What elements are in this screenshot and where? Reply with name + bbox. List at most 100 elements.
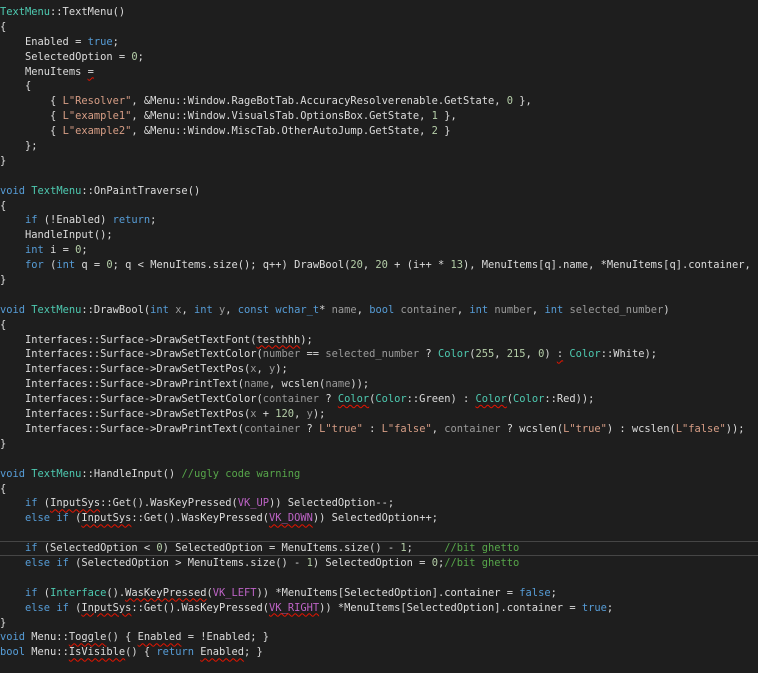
code-token: , [294,408,307,421]
code-line[interactable]: Interfaces::Surface->DrawPrintText(conta… [0,422,758,437]
code-line[interactable]: void Menu::Toggle() { Enabled = !Enabled… [0,630,758,645]
code-token: true [581,601,607,614]
code-token: InputSys [50,497,101,510]
code-token: Color [513,393,545,406]
code-line[interactable] [0,571,758,586]
code-token: Enabled [200,646,245,659]
code-token: , [356,303,370,316]
code-token: ? [319,393,338,406]
code-line[interactable]: else if (SelectedOption > MenuItems.size… [0,556,758,571]
code-line[interactable]: bool Menu::IsVisible() { return Enabled;… [0,645,758,660]
code-token: ; [137,50,144,63]
code-token: Enabled = [0,35,88,48]
code-line[interactable]: } [0,273,758,288]
code-line[interactable]: } [0,616,758,631]
code-token: void [0,184,26,197]
code-token: Color [337,393,370,406]
code-line[interactable]: void TextMenu::HandleInput() //ugly code… [0,467,758,482]
code-line[interactable]: { [0,482,758,497]
code-line[interactable] [0,526,758,541]
code-line[interactable] [0,169,758,184]
code-line[interactable]: if (Interface().WasKeyPressed(VK_LEFT)) … [0,586,758,601]
code-token: , [431,422,445,435]
code-line[interactable]: { [0,318,758,333]
code-token: )) SelectedOption--; [269,497,395,510]
code-token: Interfaces::Surface->DrawSetTextColor( [0,393,263,406]
code-token: ::DrawBool( [81,303,151,316]
code-line[interactable]: HandleInput(); [0,228,758,243]
code-line[interactable]: for (int q = 0; q < MenuItems.size(); q+… [0,258,758,273]
code-token: + [256,408,276,421]
code-line[interactable]: { [0,20,758,35]
code-line[interactable]: Interfaces::Surface->DrawSetTextPos(x, y… [0,362,758,377]
code-line[interactable]: TextMenu::TextMenu() [0,5,758,20]
code-token: L"true" [319,422,363,435]
code-line[interactable]: if (!Enabled) return; [0,213,758,228]
code-token: } [0,437,7,450]
code-line[interactable]: SelectedOption = 0; [0,50,758,65]
code-line[interactable]: int i = 0; [0,243,758,258]
code-line[interactable]: }; [0,139,758,154]
code-token: Color [569,348,601,361]
code-token: Color [475,393,507,406]
code-token: InputSys [81,512,132,525]
code-line[interactable]: Interfaces::Surface->DrawSetTextColor(nu… [0,347,758,362]
code-token: ::Get().WasKeyPressed( [131,512,270,525]
code-token: VK_LEFT [212,586,257,599]
code-token: ) SelectedOption = MenuItems.size() - [162,542,401,555]
code-token: { [0,125,63,138]
code-line[interactable] [0,452,758,467]
code-token: IsVisible [68,646,126,659]
code-line[interactable]: Enabled = true; [0,35,758,50]
code-line[interactable]: if (SelectedOption < 0) SelectedOption =… [0,541,758,556]
code-token: ? [300,422,320,435]
code-line[interactable]: } [0,154,758,169]
code-token: Interfaces::Surface->DrawPrintText( [0,422,244,435]
code-line[interactable]: Interfaces::Surface->DrawSetTextColor(co… [0,392,758,407]
code-line[interactable]: { L"example2", &Menu::Window.MiscTab.Oth… [0,124,758,139]
code-line[interactable]: else if (InputSys::Get().WasKeyPressed(V… [0,601,758,616]
code-token: int [193,303,213,316]
code-line[interactable]: Interfaces::Surface->DrawSetTextFont(tes… [0,333,758,348]
code-token: : [362,422,382,435]
code-line[interactable]: { L"example1", &Menu::Window.VisualsTab.… [0,109,758,124]
code-token: , wcslen( [269,378,326,391]
code-token: }, [437,110,457,123]
code-token: Interfaces::Surface->DrawPrintText( [0,378,244,391]
code-token: y [212,303,226,316]
code-line[interactable]: if (InputSys::Get().WasKeyPressed(VK_UP)… [0,496,758,511]
code-token: { [0,482,7,495]
code-token: , [362,259,376,272]
code-token: { [0,20,7,33]
code-token: Color [437,348,470,361]
code-token: VK_RIGHT [269,601,320,614]
code-line[interactable]: MenuItems = [0,65,758,80]
code-line[interactable]: { [0,79,758,94]
code-line[interactable]: void TextMenu::DrawBool(int x, int y, co… [0,303,758,318]
code-line[interactable] [0,288,758,303]
code-token: ::HandleInput() [81,467,182,480]
code-token: VK_DOWN [269,512,313,525]
code-token: () { [125,646,157,659]
code-token: L"false" [381,422,432,435]
code-token: L"true" [563,422,607,435]
code-line[interactable]: } [0,437,758,452]
code-token: true [87,35,113,48]
code-line[interactable]: { L"Resolver", &Menu::Window.RageBotTab.… [0,94,758,109]
code-token: //ugly code warning [181,467,301,480]
code-token: x [168,303,182,316]
code-line[interactable]: Interfaces::Surface->DrawSetTextPos(x + … [0,407,758,422]
code-token: } [0,274,7,287]
code-line[interactable]: void TextMenu::OnPaintTraverse() [0,184,758,199]
code-token: L"false" [675,422,726,435]
code-line[interactable]: else if (InputSys::Get().WasKeyPressed(V… [0,511,758,526]
code-token: Enabled [137,631,182,644]
code-token: if [56,556,69,569]
code-token: ; [406,542,445,555]
code-line[interactable]: { [0,199,758,214]
code-editor[interactable]: TextMenu::TextMenu(){ Enabled = true; Se… [0,5,758,660]
code-line[interactable]: Interfaces::Surface->DrawPrintText(name,… [0,377,758,392]
code-token: , [525,348,539,361]
